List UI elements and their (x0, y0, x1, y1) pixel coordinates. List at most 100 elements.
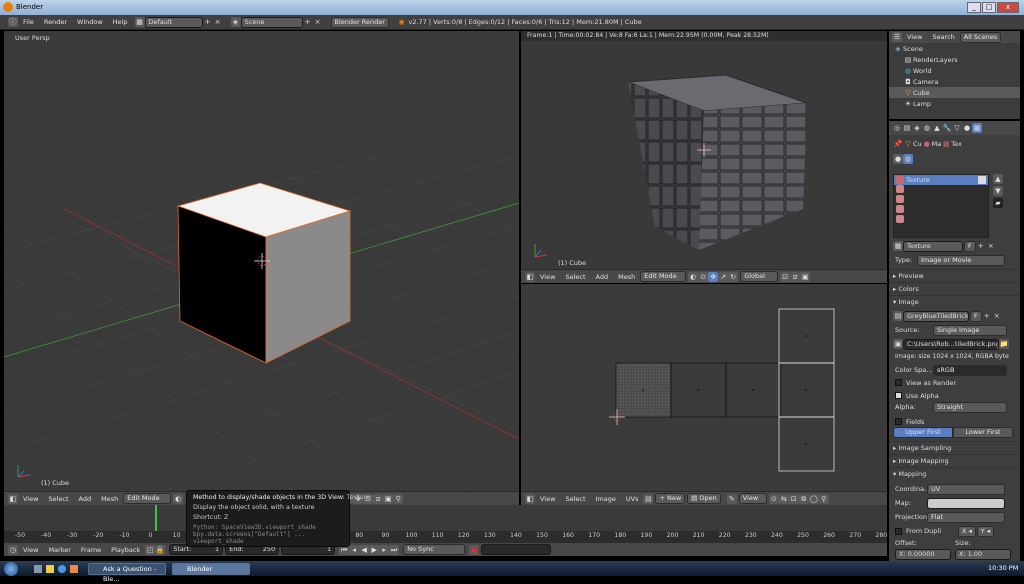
render-menu-select[interactable]: Select (565, 273, 585, 281)
offset-x-field[interactable]: X: 0.00000 (895, 549, 951, 560)
layers-tab-icon[interactable]: ▤ (902, 123, 912, 133)
fields-checkbox[interactable] (895, 418, 902, 425)
play-reverse-icon[interactable]: ◀ (359, 544, 370, 555)
projection-dropdown[interactable]: Flat (927, 511, 1005, 523)
render-edge-icon[interactable]: ⧄ (790, 271, 801, 282)
menu-mesh[interactable]: Mesh (101, 495, 118, 503)
menu-add[interactable]: Add (79, 495, 92, 503)
scene-tab-icon[interactable]: ◈ (912, 123, 922, 133)
source-dropdown[interactable]: Single Image (933, 324, 1007, 336)
task-browser[interactable]: Ask a Question - Ble... (88, 563, 166, 583)
view-as-render-row[interactable]: View as Render (895, 377, 956, 388)
render-vert-icon[interactable]: ⊡ (780, 271, 791, 282)
render-tab-icon[interactable]: ◎ (892, 123, 902, 133)
fields-row[interactable]: Fields (895, 416, 924, 427)
render-shade-icon[interactable]: ◐ (688, 271, 699, 282)
editor-type-icon[interactable]: ◧ (8, 493, 18, 504)
size-x-field[interactable]: X: 1.00 (955, 549, 1011, 560)
tex-context-material-icon[interactable]: ● (893, 154, 903, 164)
axis-x-dropdown[interactable]: X ◂ (958, 525, 976, 537)
menu-select[interactable]: Select (48, 495, 68, 503)
panel-image-sampling[interactable]: ▸ Image Sampling (889, 441, 1020, 453)
screen-layout-icon[interactable]: ▦ (134, 17, 145, 27)
mode-dropdown[interactable]: Edit Mode (123, 493, 172, 504)
slot-copy-icon[interactable]: ▰ (993, 198, 1003, 208)
orientation-dropdown[interactable]: Global (740, 271, 779, 282)
tl-menu-view[interactable]: View (23, 546, 38, 554)
play-icon[interactable]: ▶ (369, 544, 380, 555)
uv-menu-select[interactable]: Select (565, 495, 585, 503)
uv-select-mode-icon[interactable]: ⊡ (788, 493, 799, 504)
view3d-render[interactable]: Frame:1 | Time:00:02.84 | Ve:8 Fa:6 La:1… (521, 31, 887, 269)
texture-slot[interactable] (894, 205, 988, 215)
texture-name-field[interactable]: Texture (903, 240, 963, 252)
slot-up-icon[interactable]: ▲ (993, 174, 1003, 184)
scene-field[interactable]: Scene (240, 16, 303, 28)
view3d-left-canvas[interactable] (4, 31, 519, 491)
slot-checkbox[interactable] (978, 176, 986, 184)
uv-sticky-icon[interactable]: ⧉ (798, 493, 809, 504)
texture-fake-user-button[interactable]: F (964, 240, 976, 252)
texture-type-dropdown[interactable]: Image or Movie (917, 254, 1005, 266)
show-desktop-icon[interactable] (34, 565, 42, 573)
properties[interactable]: ◎ ▤ ◈ ◍ ▲ 🔧 ▽ ● ▦ 📌 ▽ Cu ● Ma ▦ Tex ● ◍ … (889, 121, 1020, 561)
texture-slot[interactable] (894, 215, 988, 225)
panel-image[interactable]: ▾ Image (889, 295, 1020, 307)
close-button[interactable]: x (997, 2, 1019, 13)
scene-icon[interactable]: ◈ (230, 17, 241, 27)
uv-editor-type-icon[interactable]: ◧ (525, 493, 535, 504)
render-face-icon[interactable]: ▣ (800, 271, 811, 282)
current-frame-marker[interactable] (155, 505, 157, 533)
view-as-render-checkbox[interactable] (895, 379, 902, 386)
maximize-button[interactable]: □ (982, 2, 996, 13)
keying-set-field[interactable] (481, 544, 552, 555)
panel-colors[interactable]: ▸ Colors (889, 282, 1020, 294)
tl-menu-frame[interactable]: Frame (81, 546, 101, 554)
image-unlink-icon[interactable]: × (992, 311, 1002, 321)
render-manip-icon[interactable]: ✥ (708, 271, 719, 282)
remove-screen-icon[interactable]: × (213, 17, 223, 27)
minimize-button[interactable]: _ (967, 2, 981, 13)
tl-menu-playback[interactable]: Playback (111, 546, 140, 554)
image-browse-icon[interactable]: ▤ (893, 311, 903, 321)
uv-snap-icon[interactable]: ⚲ (818, 493, 829, 504)
edge-select-icon[interactable]: ⧄ (373, 493, 384, 504)
uv-menu-uvs[interactable]: UVs (626, 495, 639, 503)
bc-cube[interactable]: Cu (913, 140, 922, 148)
add-screen-icon[interactable]: + (203, 17, 213, 27)
new-image-button[interactable]: + New (655, 493, 686, 504)
upper-first-button[interactable]: Upper First (893, 427, 953, 438)
data-tab-icon[interactable]: ▽ (952, 123, 962, 133)
screen-layout-field[interactable]: Default (144, 16, 203, 28)
remove-scene-icon[interactable]: × (313, 17, 323, 27)
modifier-tab-icon[interactable]: 🔧 (942, 123, 952, 133)
snap-icon[interactable]: ⚲ (393, 493, 404, 504)
render-editor-type-icon[interactable]: ◧ (525, 271, 535, 282)
uv-menu-view[interactable]: View (540, 495, 555, 503)
render-rotate-icon[interactable]: ↻ (728, 271, 739, 282)
texture-slot-active[interactable]: Texture (894, 175, 988, 185)
object-tab-icon[interactable]: ▲ (932, 123, 942, 133)
panel-mapping[interactable]: ▾ Mapping (889, 467, 1020, 479)
prev-key-icon[interactable]: ◂ (349, 544, 360, 555)
image-browse-icon[interactable]: ▤ (643, 493, 654, 504)
view3d-left[interactable]: User Persp (1) Cube (4, 31, 519, 491)
sync-dropdown[interactable]: No Sync (403, 544, 466, 555)
outliner-item-renderlayers[interactable]: ▤ RenderLayers (889, 54, 1020, 65)
outliner[interactable]: ☰ View Search All Scenes ◈ Scene ▤ RenderL… (889, 31, 1020, 119)
outliner-tab-search[interactable]: Search (932, 33, 954, 41)
filepath-browse-icon[interactable]: 📁 (999, 339, 1009, 349)
use-alpha-row[interactable]: Use Alpha (895, 390, 939, 401)
colorspace-dropdown[interactable]: sRGB (933, 364, 1007, 376)
outliner-item-cube[interactable]: ▽ Cube (889, 87, 1020, 98)
menu-help[interactable]: Help (113, 18, 128, 26)
render-pivot-icon[interactable]: ⊙ (698, 271, 709, 282)
render-mode-dropdown[interactable]: Edit Mode (640, 271, 687, 282)
outliner-item-camera[interactable]: ◘ Camera (889, 76, 1020, 87)
material-tab-icon[interactable]: ● (962, 123, 972, 133)
render-move-icon[interactable]: ↗ (718, 271, 729, 282)
record-icon[interactable]: ● (469, 544, 480, 555)
outliner-tab-view[interactable]: View (907, 33, 922, 41)
texture-unlink-icon[interactable]: × (986, 241, 996, 251)
texture-browse-icon[interactable]: ▦ (893, 241, 903, 251)
